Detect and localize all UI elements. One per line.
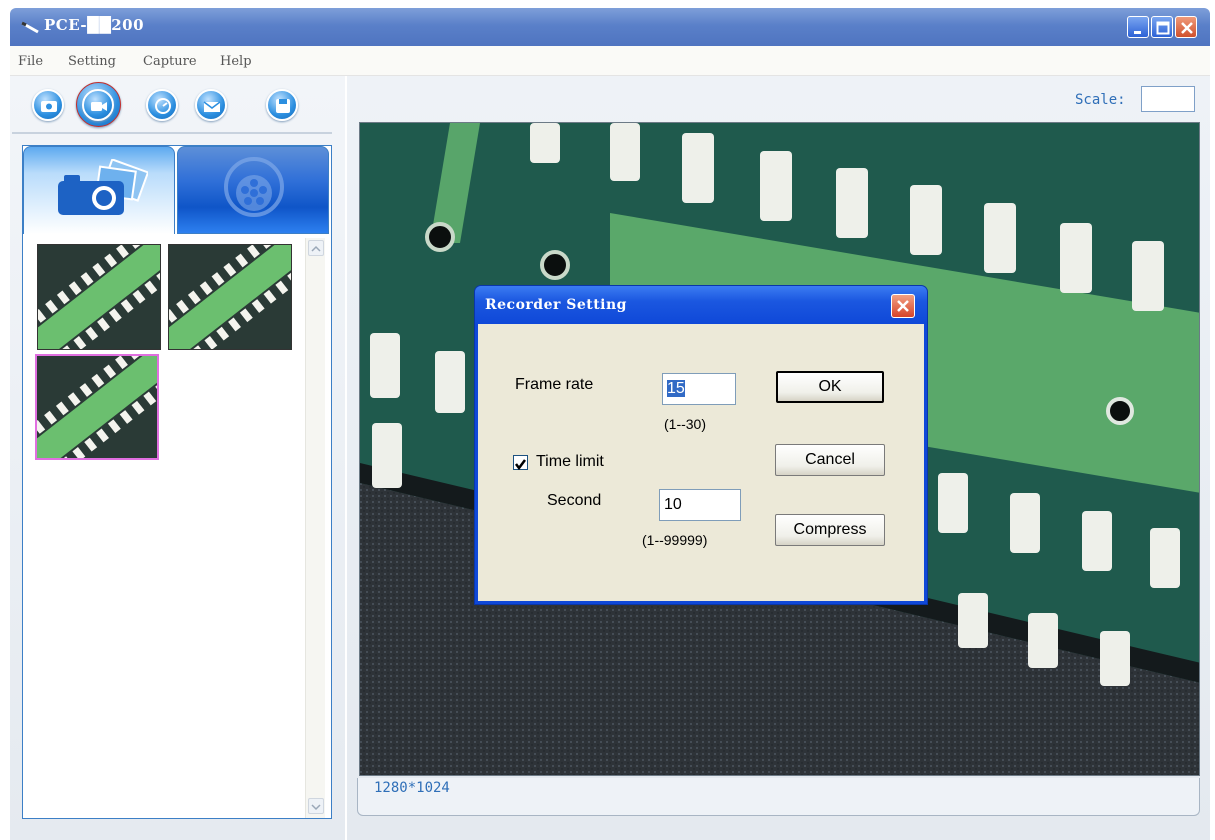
thumbnail-2[interactable] <box>168 244 292 350</box>
frame-rate-input[interactable]: 15 <box>662 373 736 405</box>
menu-help[interactable]: Help <box>220 54 252 69</box>
photo-capture-button[interactable] <box>32 89 64 121</box>
chevron-down-icon <box>311 804 321 811</box>
film-reel-icon <box>224 157 284 217</box>
scale-label: Scale: <box>1075 92 1126 108</box>
save-icon <box>276 99 290 113</box>
scale-input[interactable] <box>1141 86 1195 112</box>
compress-button[interactable]: Compress <box>775 514 885 546</box>
title-bar: PCE-██200 <box>10 8 1210 46</box>
scroll-down-button[interactable] <box>308 798 324 814</box>
toolbar-divider <box>12 132 332 134</box>
minimize-button[interactable] <box>1127 16 1149 38</box>
second-input[interactable]: 10 <box>659 489 741 521</box>
gallery-panel <box>22 145 332 819</box>
maximize-icon <box>1156 21 1170 35</box>
email-button[interactable] <box>195 89 227 121</box>
app-icon <box>21 21 39 34</box>
menu-capture[interactable]: Capture <box>143 54 197 69</box>
video-record-icon <box>91 102 107 111</box>
thumbnail-3[interactable] <box>35 354 159 460</box>
window-title: PCE-██200 <box>44 16 145 34</box>
email-icon <box>203 101 221 112</box>
close-icon <box>1181 22 1193 34</box>
dialog-close-button[interactable] <box>891 294 915 318</box>
close-icon <box>897 300 909 312</box>
dialog-title: Recorder Setting <box>485 297 627 313</box>
menu-file[interactable]: File <box>18 54 43 69</box>
thumbnail-1[interactable] <box>37 244 161 350</box>
recorder-setting-dialog: Recorder Setting Frame rate 15 (1--30) T… <box>475 286 927 604</box>
scroll-up-button[interactable] <box>308 240 324 256</box>
tab-videos[interactable] <box>177 146 329 234</box>
dialog-body: Frame rate 15 (1--30) Time limit Second … <box>478 324 924 601</box>
maximize-button[interactable] <box>1151 16 1173 38</box>
pcb-thumbnail-image <box>169 245 291 349</box>
chevron-up-icon <box>311 245 321 252</box>
minimize-icon <box>1134 31 1141 34</box>
menu-setting[interactable]: Setting <box>68 54 116 69</box>
checkmark-icon <box>515 459 526 471</box>
resolution-text: 1280*1024 <box>374 780 450 796</box>
close-button[interactable] <box>1175 16 1197 38</box>
second-label: Second <box>547 492 602 509</box>
camera-photos-icon <box>58 159 148 215</box>
status-bar: 1280*1024 <box>357 778 1200 816</box>
time-limit-checkbox[interactable] <box>513 455 528 471</box>
frame-rate-label: Frame rate <box>515 376 594 393</box>
frame-rate-range: (1--30) <box>664 416 707 432</box>
video-record-button[interactable] <box>82 89 114 121</box>
time-limit-label[interactable]: Time limit <box>536 453 604 471</box>
pcb-thumbnail-image <box>37 356 157 458</box>
photo-capture-icon <box>41 101 57 112</box>
save-button[interactable] <box>266 89 298 121</box>
timer-button[interactable] <box>146 89 178 121</box>
dialog-title-bar[interactable]: Recorder Setting <box>475 286 927 324</box>
ok-button[interactable]: OK <box>776 371 884 403</box>
second-range: (1--99999) <box>642 532 708 548</box>
cancel-button[interactable]: Cancel <box>775 444 885 476</box>
gallery-scrollbar[interactable] <box>305 238 325 818</box>
timer-icon <box>155 98 171 114</box>
pcb-thumbnail-image <box>38 245 160 349</box>
tab-photos[interactable] <box>23 146 175 234</box>
menu-bar: File Setting Capture Help <box>10 46 1210 76</box>
frame-rate-value: 15 <box>667 380 685 397</box>
